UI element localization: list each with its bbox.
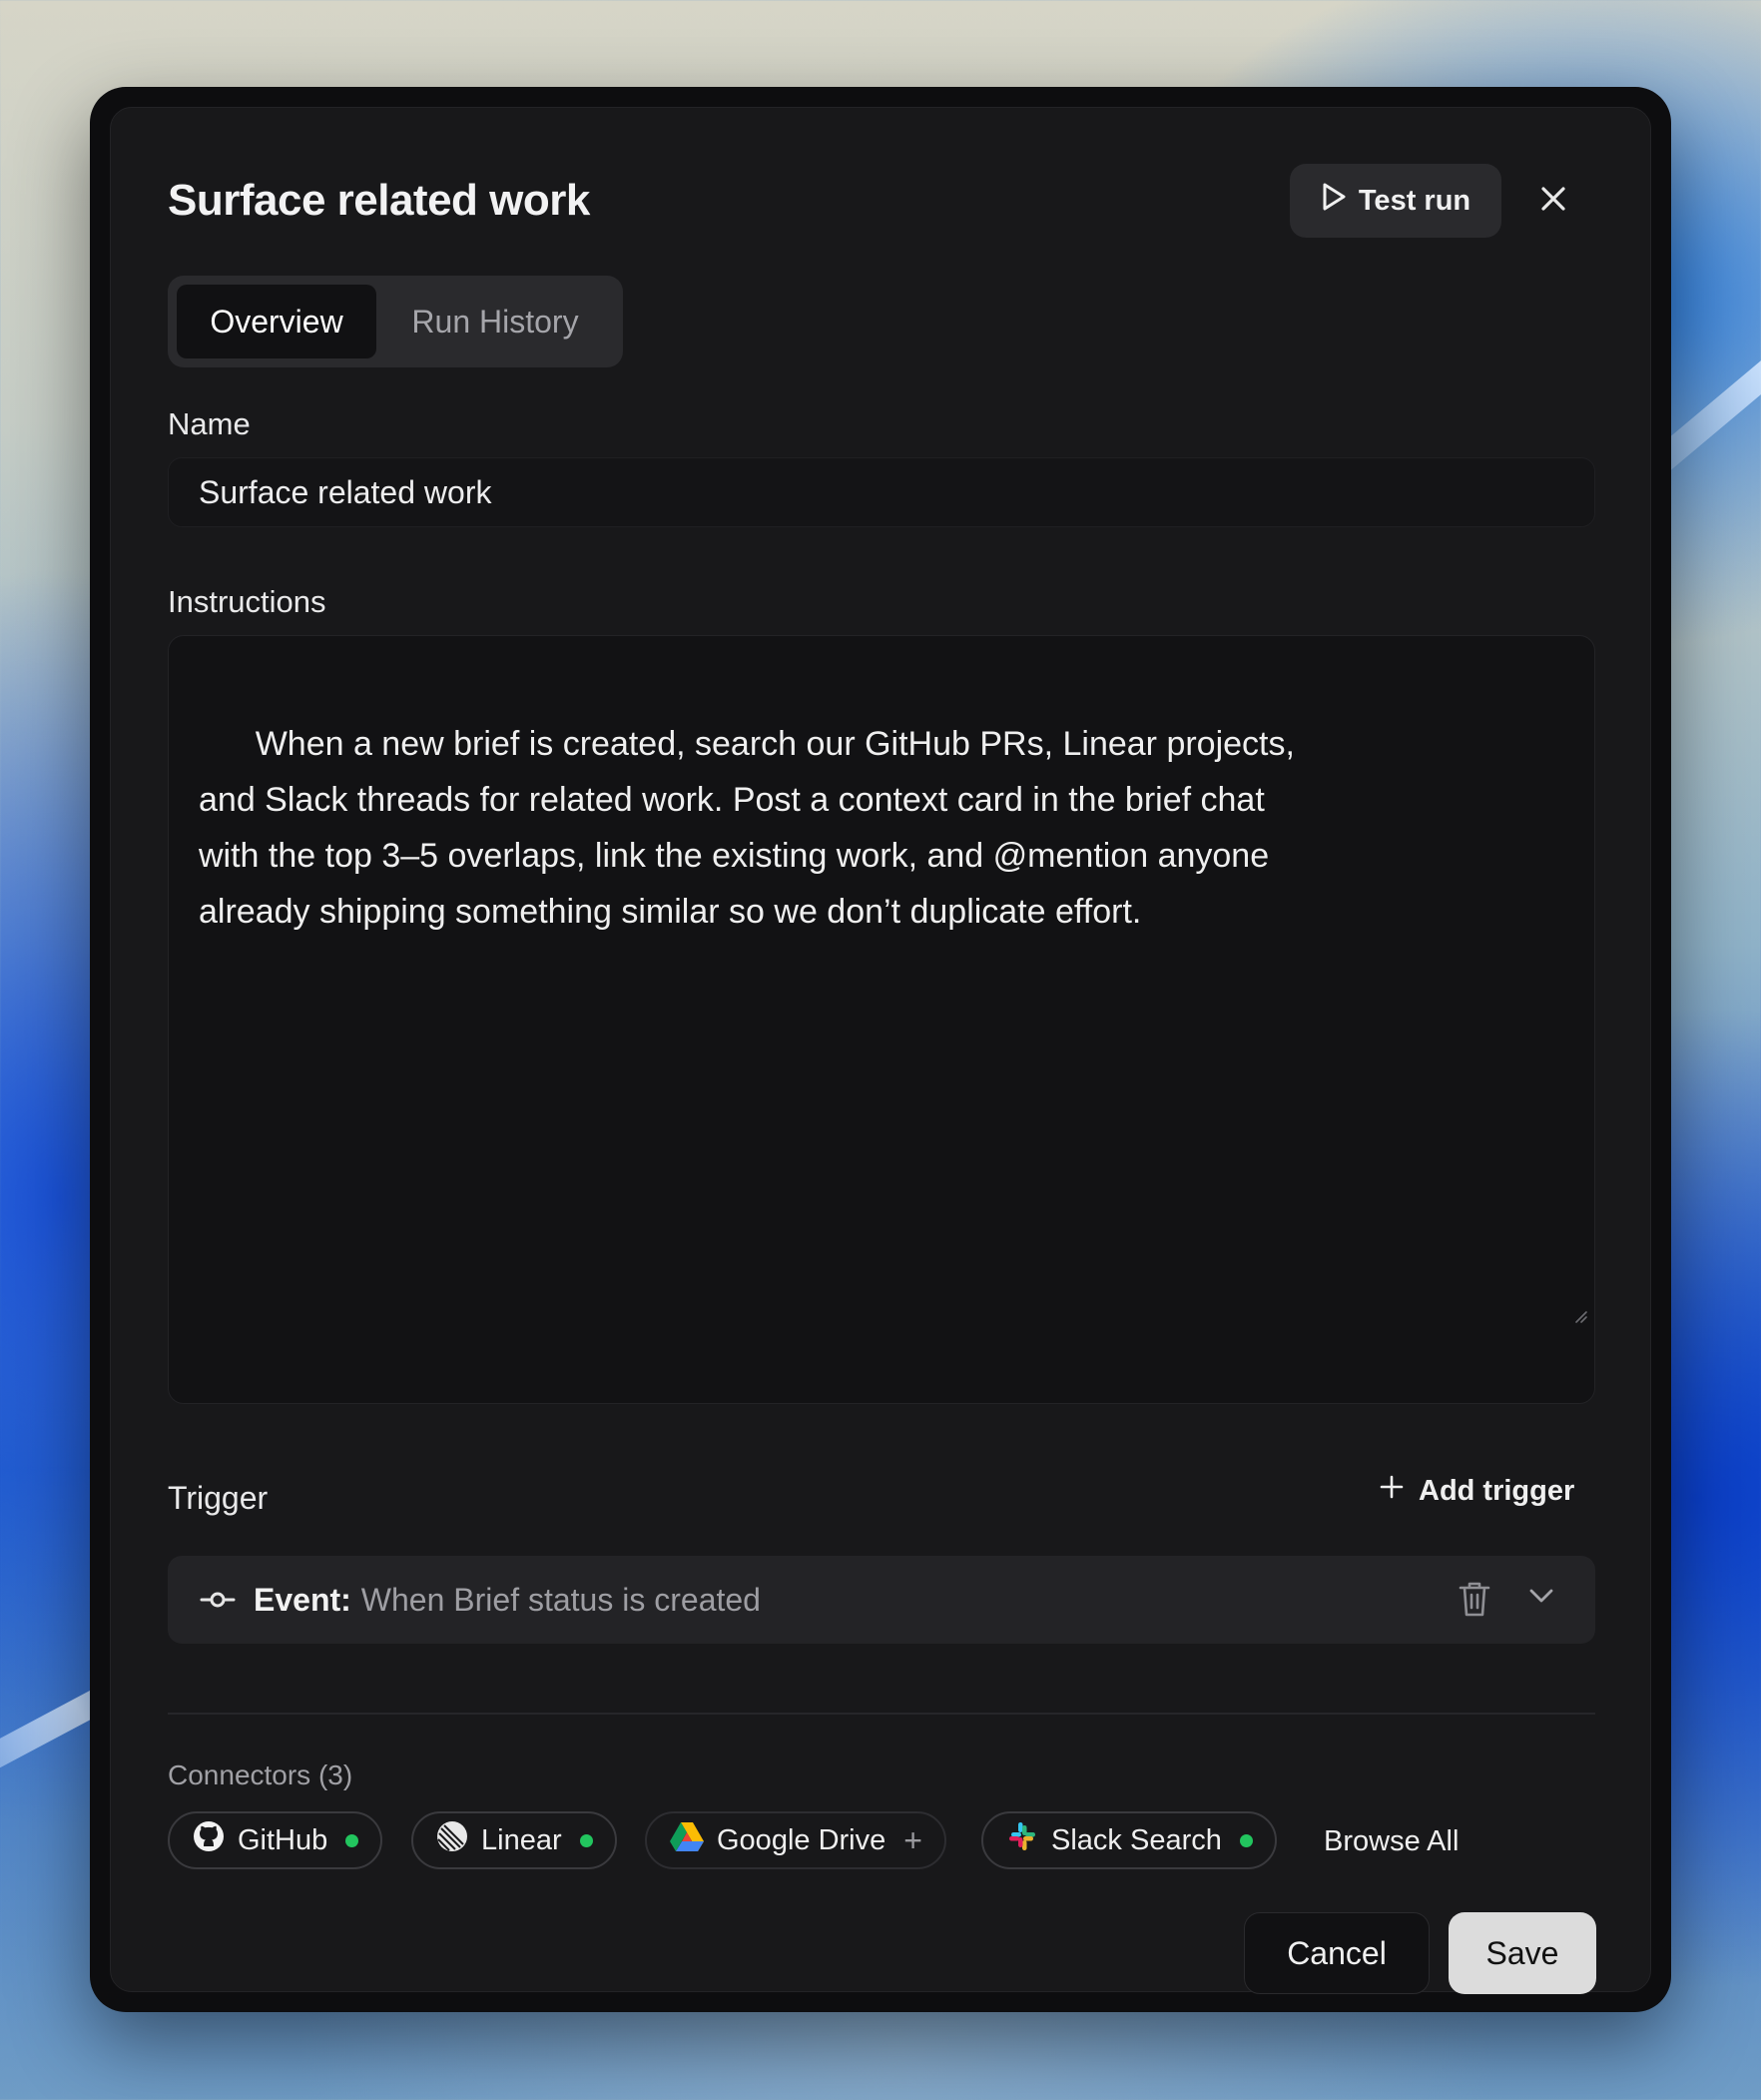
status-connected-dot: [579, 1833, 593, 1847]
browse-all-link[interactable]: Browse All: [1324, 1825, 1459, 1858]
instructions-label: Instructions: [168, 584, 326, 619]
trigger-event-value: When Brief status is created: [360, 1581, 761, 1618]
close-button[interactable]: [1528, 176, 1578, 226]
status-connected-dot: [1239, 1833, 1253, 1847]
cancel-button[interactable]: Cancel: [1244, 1912, 1430, 1994]
tab-bar: Overview Run History: [168, 276, 623, 367]
google-drive-icon: [669, 1820, 705, 1860]
tab-run-history[interactable]: Run History: [387, 285, 603, 358]
status-connected-dot: [345, 1833, 359, 1847]
instructions-text: When a new brief is created, search our …: [199, 725, 1295, 931]
trigger-row[interactable]: Event: When Brief status is created: [168, 1556, 1595, 1644]
connector-name: Google Drive: [717, 1823, 886, 1856]
name-label: Name: [168, 406, 251, 441]
trigger-label: Trigger: [168, 1480, 269, 1516]
automation-dialog: Surface related work Test run Overview R…: [90, 87, 1671, 2012]
tab-overview[interactable]: Overview: [177, 285, 376, 358]
section-divider: [168, 1713, 1595, 1715]
connector-name: Linear: [481, 1823, 562, 1856]
add-trigger-label: Add trigger: [1419, 1474, 1575, 1507]
plus-icon: +: [903, 1821, 922, 1858]
connector-chip-google-drive[interactable]: Google Drive +: [645, 1811, 946, 1869]
trash-icon[interactable]: [1458, 1580, 1491, 1623]
instructions-textarea[interactable]: When a new brief is created, search our …: [168, 635, 1595, 1404]
connectors-label: Connectors (3): [168, 1759, 353, 1790]
event-commit-icon: [200, 1590, 238, 1610]
connector-name: GitHub: [238, 1823, 328, 1856]
linear-icon: [435, 1819, 469, 1861]
github-icon: [192, 1819, 226, 1861]
connector-chip-linear[interactable]: Linear: [411, 1811, 617, 1869]
test-run-button[interactable]: Test run: [1290, 164, 1501, 238]
slack-icon: [1005, 1819, 1039, 1861]
resize-handle-icon[interactable]: [1496, 1229, 1588, 1397]
close-icon: [1539, 185, 1567, 218]
dialog-panel: Surface related work Test run Overview R…: [110, 107, 1651, 1994]
connector-chip-github[interactable]: GitHub: [168, 1811, 383, 1869]
name-input[interactable]: Surface related work: [168, 457, 1595, 527]
save-button[interactable]: Save: [1449, 1912, 1596, 1994]
add-trigger-button[interactable]: Add trigger: [1379, 1474, 1574, 1508]
connector-name: Slack Search: [1051, 1823, 1222, 1856]
test-run-label: Test run: [1358, 184, 1471, 217]
dialog-title: Surface related work: [168, 176, 590, 225]
connector-chip-slack-search[interactable]: Slack Search: [981, 1811, 1277, 1869]
chevron-down-icon[interactable]: [1527, 1586, 1555, 1611]
play-icon: [1321, 182, 1347, 220]
plus-icon: [1379, 1474, 1405, 1508]
trigger-event-key: Event:: [254, 1581, 351, 1618]
